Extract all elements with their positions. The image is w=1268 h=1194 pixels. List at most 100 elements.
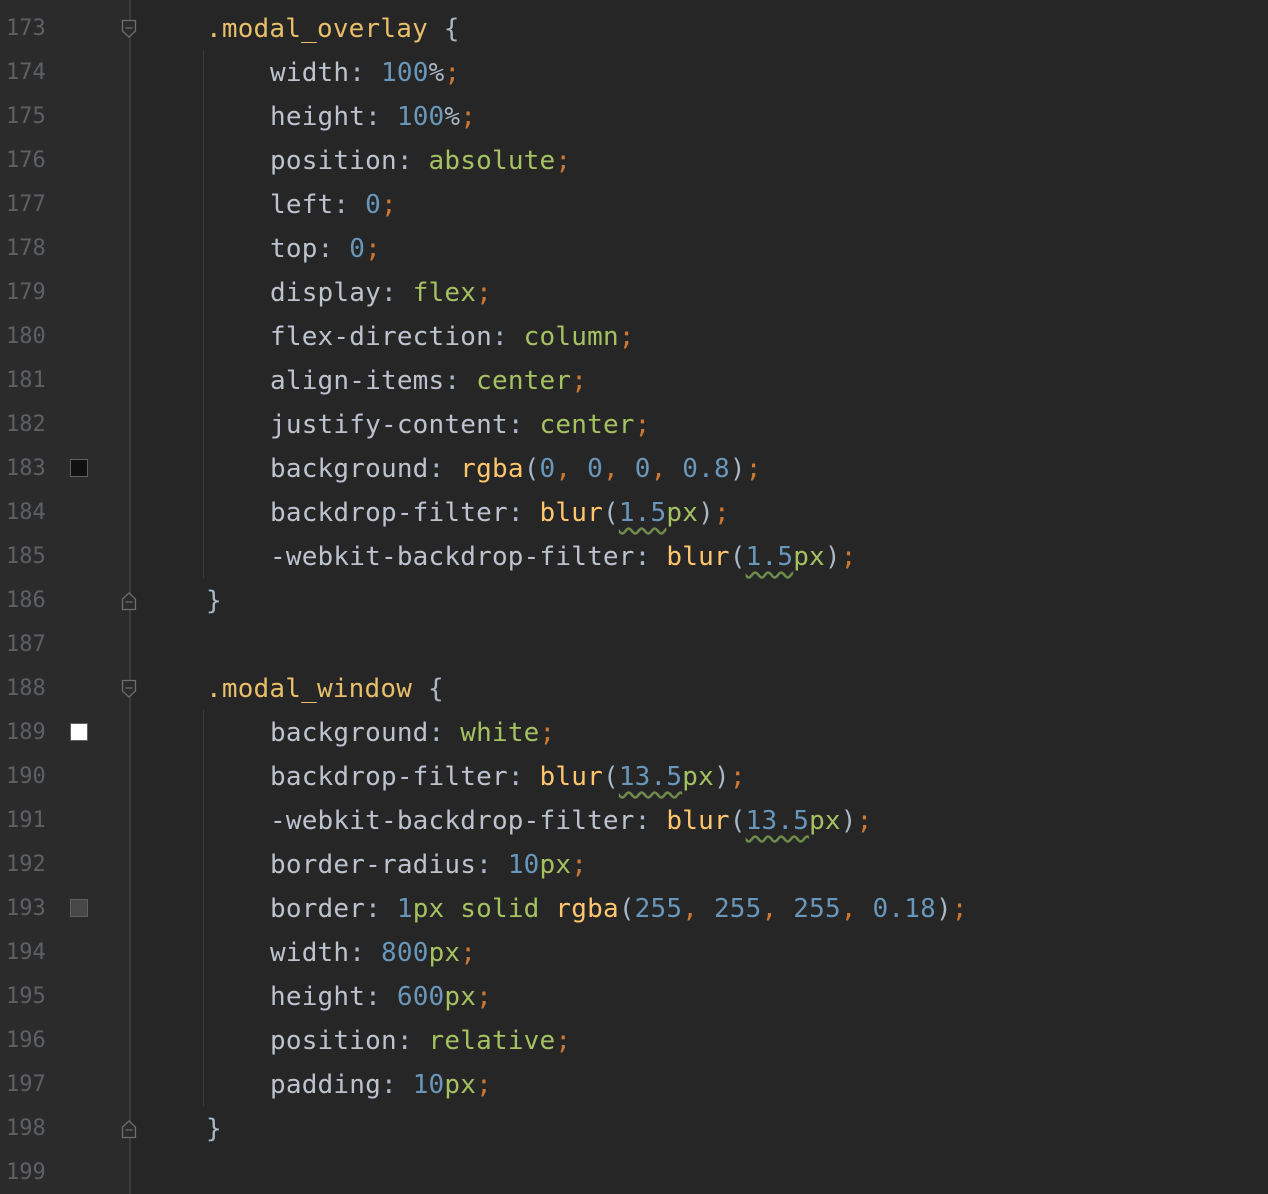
code-line[interactable]: 192 border-radius: 10px; [0,843,1268,887]
code-token: : [349,938,381,968]
code-line[interactable]: 188 .modal_window { [0,667,1268,711]
css-rule-line[interactable]: } [206,583,222,619]
code-token: % [428,58,445,88]
code-line[interactable]: 184 backdrop-filter: blur(1.5px); [0,491,1268,535]
css-declaration[interactable]: backdrop-filter: blur(1.5px); [270,495,730,531]
code-token: rgba [460,454,524,484]
code-token: flex [412,278,477,308]
css-declaration[interactable]: background: rgba(0, 0, 0, 0.8); [270,451,762,487]
css-declaration[interactable]: background: white; [270,715,555,751]
line-number: 183 [6,456,46,481]
code-token: : [396,146,429,176]
css-declaration[interactable]: -webkit-backdrop-filter: blur(1.5px); [270,539,857,575]
line-number: 173 [6,16,46,41]
code-line[interactable]: 187 [0,623,1268,667]
code-line[interactable]: 190 backdrop-filter: blur(13.5px); [0,755,1268,799]
code-token: ; [365,234,381,264]
code-line[interactable]: 194 width: 800px; [0,931,1268,975]
code-editor[interactable]: 173 .modal_overlay { 174 width: 100%; 175 hei… [0,0,1268,1194]
code-token: px solid [412,894,556,924]
code-line[interactable]: 186} [0,579,1268,623]
code-line[interactable]: 191 -webkit-backdrop-filter: blur(13.5px)… [0,799,1268,843]
css-declaration[interactable]: width: 100%; [270,55,460,91]
code-line[interactable]: 181 align-items: center; [0,359,1268,403]
css-declaration[interactable]: position: absolute; [270,143,571,179]
code-token: px [444,1070,477,1100]
css-rule-line[interactable]: } [206,1111,222,1147]
code-line[interactable]: 173 .modal_overlay { [0,7,1268,51]
fold-close-icon[interactable] [121,1119,137,1139]
code-token: ; [555,146,572,176]
code-line[interactable]: 193 border: 1px solid rgba(255, 255, 255,… [0,887,1268,931]
code-token: 255 [793,894,841,924]
css-declaration[interactable]: display: flex; [270,275,492,311]
code-line[interactable]: 177 left: 0; [0,183,1268,227]
code-token: : [380,1070,413,1100]
code-line[interactable]: 175 height: 100%; [0,95,1268,139]
code-line[interactable]: 196 position: relative; [0,1019,1268,1063]
css-declaration[interactable]: -webkit-backdrop-filter: blur(13.5px); [270,803,873,839]
css-declaration[interactable]: left: 0; [270,187,397,223]
code-token: ; [460,938,477,968]
code-token: : [476,850,508,880]
css-declaration[interactable]: top: 0; [270,231,381,267]
color-swatch-icon[interactable] [70,899,88,917]
code-line[interactable]: 185 -webkit-backdrop-filter: blur(1.5px); [0,535,1268,579]
css-rule-line[interactable]: .modal_overlay { [206,11,460,47]
code-token: : [396,1026,429,1056]
code-token: padding [270,1070,381,1100]
css-rule-line[interactable]: .modal_window { [206,671,444,707]
code-token: ; [634,410,651,440]
color-swatch-icon[interactable] [70,459,88,477]
code-token: ; [745,454,762,484]
code-token: px [428,938,461,968]
code-line[interactable]: 198} [0,1107,1268,1151]
line-number: 194 [6,940,46,965]
line-number: 177 [6,192,46,217]
code-token: blur [666,542,730,572]
css-declaration[interactable]: position: relative; [270,1023,571,1059]
color-swatch-icon[interactable] [70,723,88,741]
css-declaration[interactable]: height: 600px; [270,979,492,1015]
code-line[interactable]: 197 padding: 10px; [0,1063,1268,1107]
code-token: ) [840,806,857,836]
css-declaration[interactable]: border-radius: 10px; [270,847,587,883]
code-line[interactable]: 180 flex-direction: column; [0,315,1268,359]
code-line[interactable]: 195 height: 600px; [0,975,1268,1019]
code-token: ; [476,278,492,308]
line-number: 197 [6,1072,46,1097]
fold-open-icon[interactable] [121,679,137,699]
code-token: position [270,1026,397,1056]
code-token: 0.8 [682,454,730,484]
code-line[interactable]: 178 top: 0; [0,227,1268,271]
css-declaration[interactable]: align-items: center; [270,363,587,399]
css-declaration[interactable]: height: 100%; [270,99,476,135]
code-line[interactable]: 183 background: rgba(0, 0, 0, 0.8); [0,447,1268,491]
code-token: : [507,498,540,528]
code-line[interactable]: 176 position: absolute; [0,139,1268,183]
code-token: 100 [396,102,445,132]
line-number: 181 [6,368,46,393]
code-token: ( [729,542,746,572]
css-declaration[interactable]: padding: 10px; [270,1067,492,1103]
line-number: 190 [6,764,46,789]
code-line[interactable]: 189 background: white; [0,711,1268,755]
fold-close-icon[interactable] [121,591,137,611]
code-token: : [428,454,461,484]
code-token: rgba [555,894,619,924]
code-token: flex-direction [270,322,492,352]
code-token: px [682,762,714,792]
code-line[interactable]: 174 width: 100%; [0,51,1268,95]
code-line[interactable]: 179 display: flex; [0,271,1268,315]
css-declaration[interactable]: width: 800px; [270,935,476,971]
code-token: : [365,102,397,132]
css-declaration[interactable]: backdrop-filter: blur(13.5px); [270,759,746,795]
line-number: 176 [6,148,46,173]
code-line[interactable]: 199 [0,1151,1268,1194]
css-declaration[interactable]: justify-content: center; [270,407,651,443]
fold-open-icon[interactable] [121,19,137,39]
code-token: , [761,894,794,924]
css-declaration[interactable]: flex-direction: column; [270,319,635,355]
css-declaration[interactable]: border: 1px solid rgba(255, 255, 255, 0.… [270,891,968,927]
code-line[interactable]: 182 justify-content: center; [0,403,1268,447]
